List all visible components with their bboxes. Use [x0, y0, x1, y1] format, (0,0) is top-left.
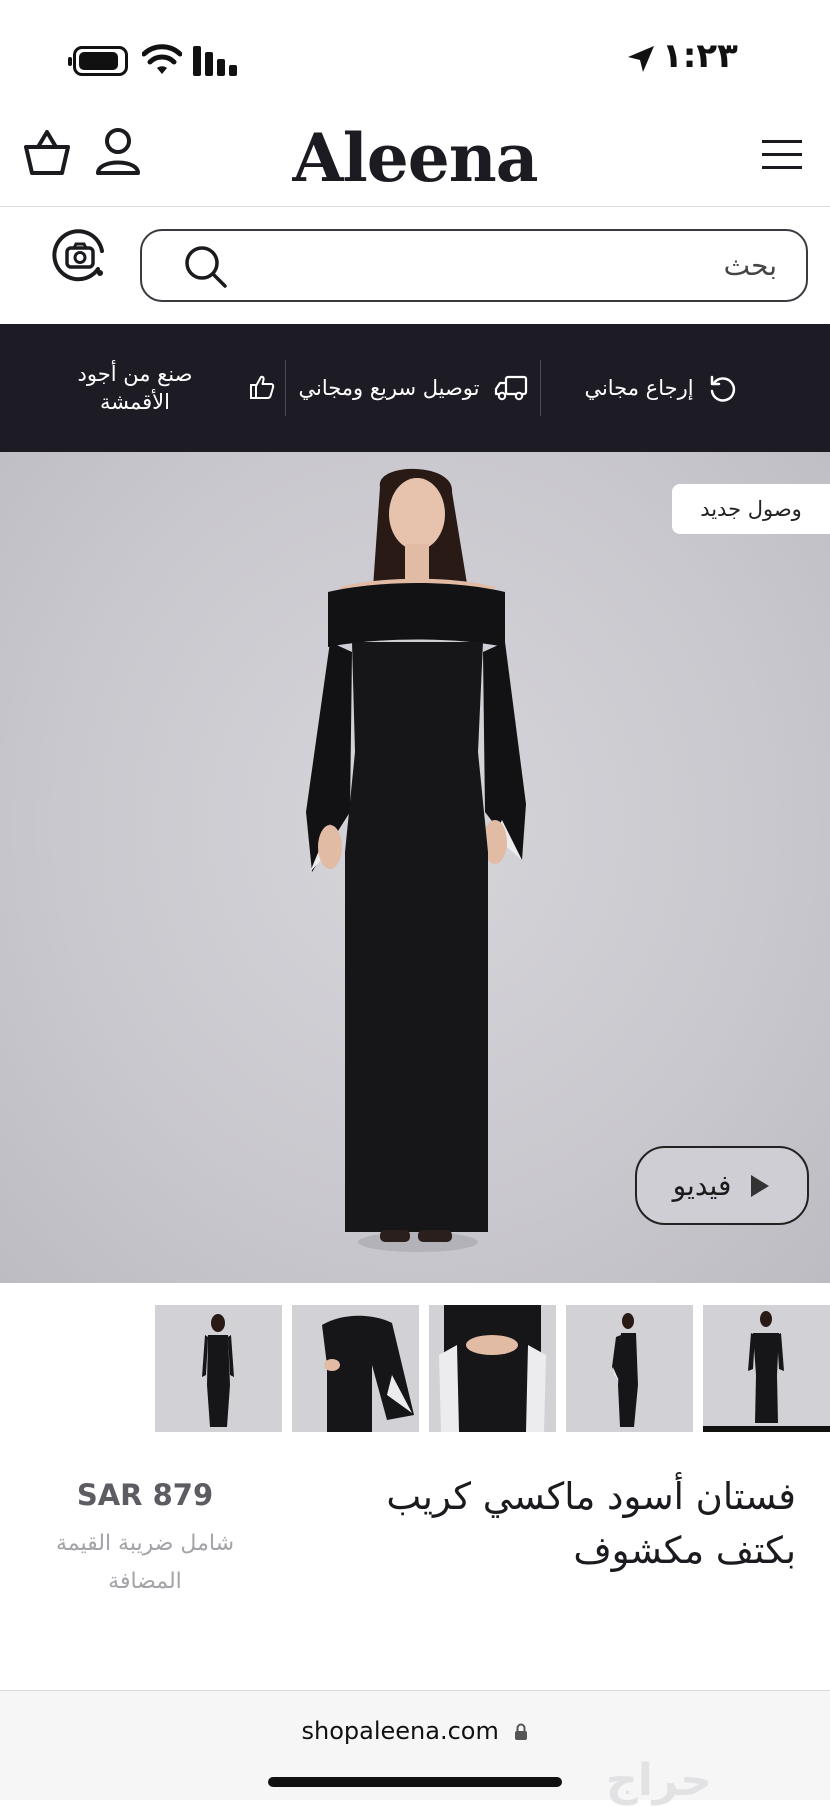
camera-search-icon [52, 229, 104, 282]
site-header: Aleena [0, 115, 830, 207]
vat-note: شامل ضريبة القيمة المضافة [55, 1531, 235, 1594]
cellular-signal-icon [193, 44, 238, 76]
battery-icon [68, 46, 128, 76]
status-time: ١:٢٣ [662, 36, 738, 76]
watermark-logo: حراج [606, 1755, 712, 1806]
search-icon[interactable] [184, 245, 228, 289]
visual-search-button[interactable] [52, 229, 108, 289]
search-row [0, 207, 830, 324]
delivery-truck-icon [494, 375, 528, 401]
thumbnail-image [322, 1315, 414, 1432]
video-button[interactable]: فيديو [635, 1146, 809, 1225]
url-text: shopaleena.com [301, 1717, 499, 1745]
thumbnail-back-view[interactable] [155, 1305, 282, 1432]
feature-divider [285, 360, 286, 416]
feature-quality-fabric: صنع من أجود الأقمشة [77, 362, 193, 414]
thumbnail-side-view[interactable] [566, 1305, 693, 1432]
features-band: إرجاع مجاني توصيل سريع ومجاني صنع من أجو… [0, 324, 830, 452]
feature-divider [540, 360, 541, 416]
basket-icon [24, 130, 70, 175]
refresh-return-icon [710, 375, 736, 402]
thumbnail-image [748, 1311, 784, 1423]
lock-icon [515, 1723, 528, 1740]
user-icon [96, 128, 140, 175]
search-input[interactable] [242, 231, 777, 300]
product-title: فستان أسود ماكسي كريب بكتف مكشوف [386, 1475, 796, 1572]
menu-button[interactable] [760, 137, 804, 177]
thumbnail-sleeve-detail[interactable] [292, 1305, 419, 1432]
url-display[interactable]: shopaleena.com [0, 1717, 830, 1745]
new-arrival-badge: وصول جديد [672, 484, 830, 534]
thumbnail-strip [0, 1283, 830, 1438]
thumbnail-hands-detail[interactable] [429, 1305, 556, 1432]
product-price: SAR 879 [76, 1478, 214, 1512]
thumbnail-image [202, 1314, 234, 1427]
account-button[interactable] [94, 127, 142, 181]
wifi-icon [142, 44, 182, 74]
thumbnail-image [612, 1313, 638, 1427]
video-button-label: فيديو [672, 1169, 732, 1202]
hamburger-menu-icon [762, 140, 802, 169]
feature-fast-delivery: توصيل سريع ومجاني [298, 376, 480, 400]
thumbnail-front-view[interactable] [703, 1305, 830, 1432]
browser-url-bar[interactable]: shopaleena.com حراج [0, 1690, 830, 1806]
home-indicator[interactable] [268, 1777, 562, 1787]
play-icon [751, 1174, 770, 1197]
cart-button[interactable] [22, 129, 72, 181]
status-bar: ١:٢٣ [0, 0, 830, 115]
location-arrow-icon [628, 46, 654, 72]
thumbnail-image [439, 1305, 546, 1432]
product-hero-image[interactable]: وصول جديد فيديو [0, 452, 830, 1283]
brand-logo[interactable]: Aleena [260, 119, 570, 197]
feature-free-returns: إرجاع مجاني [584, 376, 694, 400]
search-bar [140, 229, 808, 302]
thumbs-up-icon [250, 375, 275, 399]
